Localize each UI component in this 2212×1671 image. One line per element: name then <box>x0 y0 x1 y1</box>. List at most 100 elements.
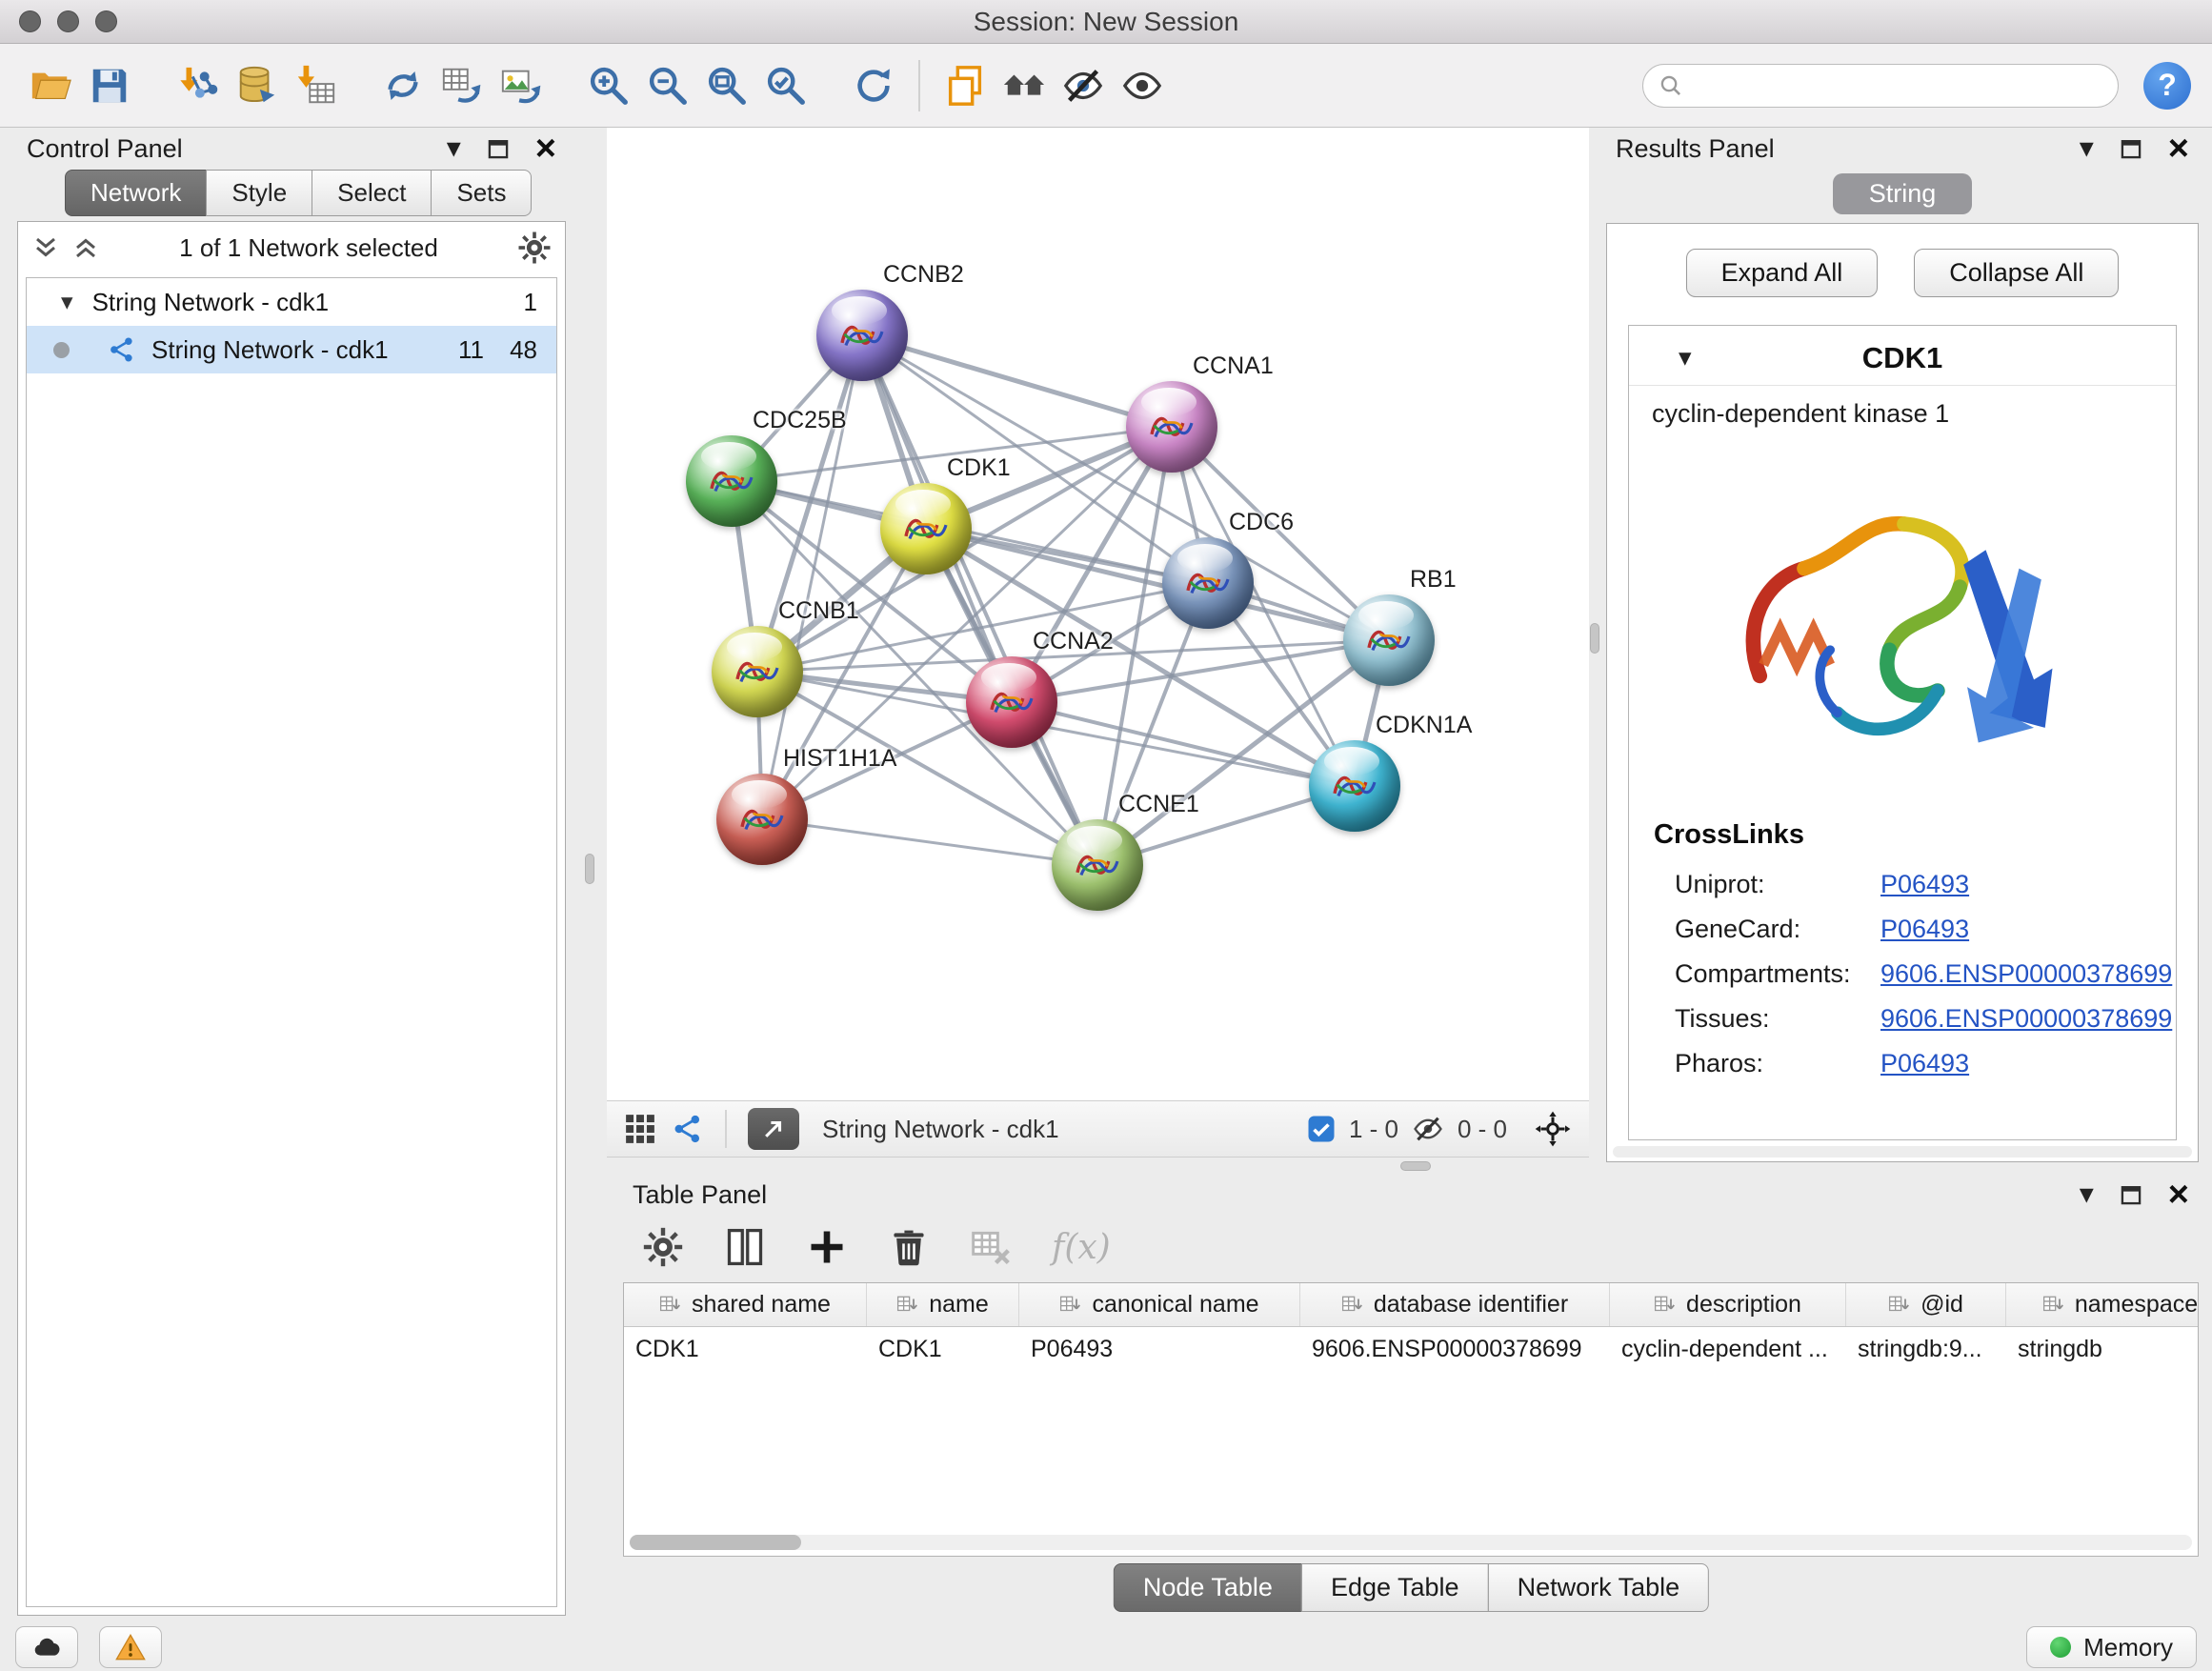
tab-select[interactable]: Select <box>312 170 432 216</box>
zoom-fit-button[interactable] <box>697 53 756 118</box>
table-cell[interactable]: stringdb:9... <box>1846 1327 2006 1371</box>
tab-style[interactable]: Style <box>206 170 312 216</box>
tree-expand-icon[interactable]: ▾ <box>61 288 73 316</box>
duplicate-network-button[interactable] <box>935 53 995 118</box>
network-node-ccne1[interactable] <box>1052 819 1143 911</box>
tab-edge-table[interactable]: Edge Table <box>1301 1563 1489 1612</box>
network-node-cdkn1a[interactable] <box>1309 740 1400 832</box>
column-header-canonical-name[interactable]: canonical name <box>1019 1283 1300 1326</box>
import-table-button[interactable] <box>286 53 345 118</box>
refresh-view-button[interactable] <box>844 53 903 118</box>
column-header-database-identifier[interactable]: database identifier <box>1300 1283 1610 1326</box>
column-header-name[interactable]: name <box>867 1283 1019 1326</box>
string-app-button[interactable] <box>672 1113 704 1145</box>
network-node-hist1h1a[interactable] <box>716 774 808 865</box>
table-row[interactable]: CDK1CDK1P064939606.ENSP00000378699cyclin… <box>624 1327 2198 1371</box>
zoom-out-button[interactable] <box>638 53 697 118</box>
network-node-ccna1[interactable] <box>1126 381 1217 473</box>
warnings-button[interactable] <box>99 1626 162 1668</box>
open-session-button[interactable] <box>21 53 80 118</box>
table-panel-close-button[interactable]: × <box>2168 1177 2189 1213</box>
delete-table-button[interactable] <box>970 1226 1012 1268</box>
control-panel-close-button[interactable]: × <box>535 131 556 167</box>
table-settings-button[interactable] <box>642 1226 684 1268</box>
gene-collapse-icon[interactable]: ▾ <box>1679 343 1692 372</box>
cloud-status-button[interactable] <box>15 1626 78 1668</box>
gene-card-header[interactable]: ▾ CDK1 <box>1629 326 2176 386</box>
collapse-all-networks-button[interactable] <box>31 233 60 262</box>
import-network-file-button[interactable] <box>168 53 227 118</box>
network-node-cdc6[interactable] <box>1162 537 1254 629</box>
results-panel-float-button[interactable] <box>2119 136 2143 161</box>
table-horizontal-scrollbar[interactable] <box>630 1535 2192 1550</box>
control-panel-menu-button[interactable]: ▾ <box>447 134 461 163</box>
column-header-description[interactable]: description <box>1610 1283 1846 1326</box>
create-column-button[interactable] <box>806 1226 848 1268</box>
network-edge[interactable] <box>862 335 1097 865</box>
network-node-ccnb1[interactable] <box>712 626 803 717</box>
hidden-indicator-button[interactable] <box>1412 1113 1444 1145</box>
results-panel-menu-button[interactable]: ▾ <box>2080 134 2094 163</box>
results-horizontal-scrollbar[interactable] <box>1613 1146 2192 1158</box>
crosslink-link-uniprot[interactable]: P06493 <box>1880 870 1969 899</box>
crosslink-link-compartments[interactable]: 9606.ENSP00000378699 <box>1880 959 2172 989</box>
network-collection-row[interactable]: ▾ String Network - cdk1 1 <box>27 278 556 326</box>
save-session-button[interactable] <box>80 53 139 118</box>
table-panel-float-button[interactable] <box>2119 1182 2143 1207</box>
left-splitter-grip[interactable] <box>585 854 594 884</box>
tab-network-table[interactable]: Network Table <box>1488 1563 1710 1612</box>
table-cell[interactable]: CDK1 <box>867 1327 1019 1371</box>
search-input[interactable] <box>1693 70 2102 100</box>
right-splitter-grip[interactable] <box>1590 623 1599 654</box>
help-button[interactable]: ? <box>2143 62 2191 110</box>
crosslink-link-pharos[interactable]: P06493 <box>1880 1049 1969 1078</box>
table-cell[interactable]: cyclin-dependent ... <box>1610 1327 1846 1371</box>
network-node-ccnb2[interactable] <box>816 290 908 381</box>
table-cell[interactable]: stringdb <box>2006 1327 2199 1371</box>
export-table-button[interactable] <box>432 53 492 118</box>
group-nodes-button[interactable] <box>995 53 1054 118</box>
crosslink-link-genecard[interactable]: P06493 <box>1880 915 1969 944</box>
export-network-button[interactable] <box>373 53 432 118</box>
maximize-window-button[interactable] <box>95 10 117 32</box>
show-all-button[interactable] <box>1113 53 1172 118</box>
function-builder-button[interactable]: f(x) <box>1052 1228 1111 1267</box>
network-canvas[interactable]: CCNB2CCNA1CDC25BCDK1CDC6RB1CCNB1CCNA2CDK… <box>607 128 1589 1100</box>
expand-all-button[interactable]: Expand All <box>1686 249 1879 297</box>
column-header-namespace[interactable]: namespace <box>2006 1283 2199 1326</box>
show-columns-button[interactable] <box>724 1226 766 1268</box>
tab-sets[interactable]: Sets <box>431 170 532 216</box>
pan-mode-button[interactable] <box>1520 1110 1572 1148</box>
zoom-in-button[interactable] <box>579 53 638 118</box>
close-window-button[interactable] <box>19 10 41 32</box>
scrollbar-thumb[interactable] <box>630 1535 801 1550</box>
expand-all-networks-button[interactable] <box>71 233 100 262</box>
table-cell[interactable]: P06493 <box>1019 1327 1300 1371</box>
tab-string[interactable]: String <box>1833 173 1973 214</box>
memory-button[interactable]: Memory <box>2026 1626 2197 1668</box>
minimize-window-button[interactable] <box>57 10 79 32</box>
table-cell[interactable]: CDK1 <box>624 1327 867 1371</box>
network-edge[interactable] <box>862 335 1172 427</box>
network-node-ccna2[interactable] <box>966 656 1057 748</box>
detach-view-button[interactable] <box>748 1108 799 1150</box>
import-network-database-button[interactable] <box>227 53 286 118</box>
control-panel-float-button[interactable] <box>486 136 511 161</box>
table-cell[interactable]: 9606.ENSP00000378699 <box>1300 1327 1610 1371</box>
tab-network[interactable]: Network <box>65 170 207 216</box>
bottom-splitter-grip[interactable] <box>1400 1161 1431 1171</box>
network-options-button[interactable] <box>517 231 552 265</box>
search-box[interactable] <box>1642 64 2119 108</box>
export-image-button[interactable] <box>492 53 551 118</box>
network-row-selected[interactable]: String Network - cdk1 11 48 <box>27 326 556 373</box>
column-header-shared-name[interactable]: shared name <box>624 1283 867 1326</box>
collapse-all-button[interactable]: Collapse All <box>1914 249 2119 297</box>
network-node-cdk1[interactable] <box>880 483 972 574</box>
column-header-id[interactable]: @id <box>1846 1283 2006 1326</box>
delete-column-button[interactable] <box>888 1226 930 1268</box>
network-edge[interactable] <box>762 819 1097 865</box>
network-node-cdc25b[interactable] <box>686 435 777 527</box>
results-panel-close-button[interactable]: × <box>2168 131 2189 167</box>
hide-selected-button[interactable] <box>1054 53 1113 118</box>
grid-view-button[interactable] <box>624 1113 656 1145</box>
